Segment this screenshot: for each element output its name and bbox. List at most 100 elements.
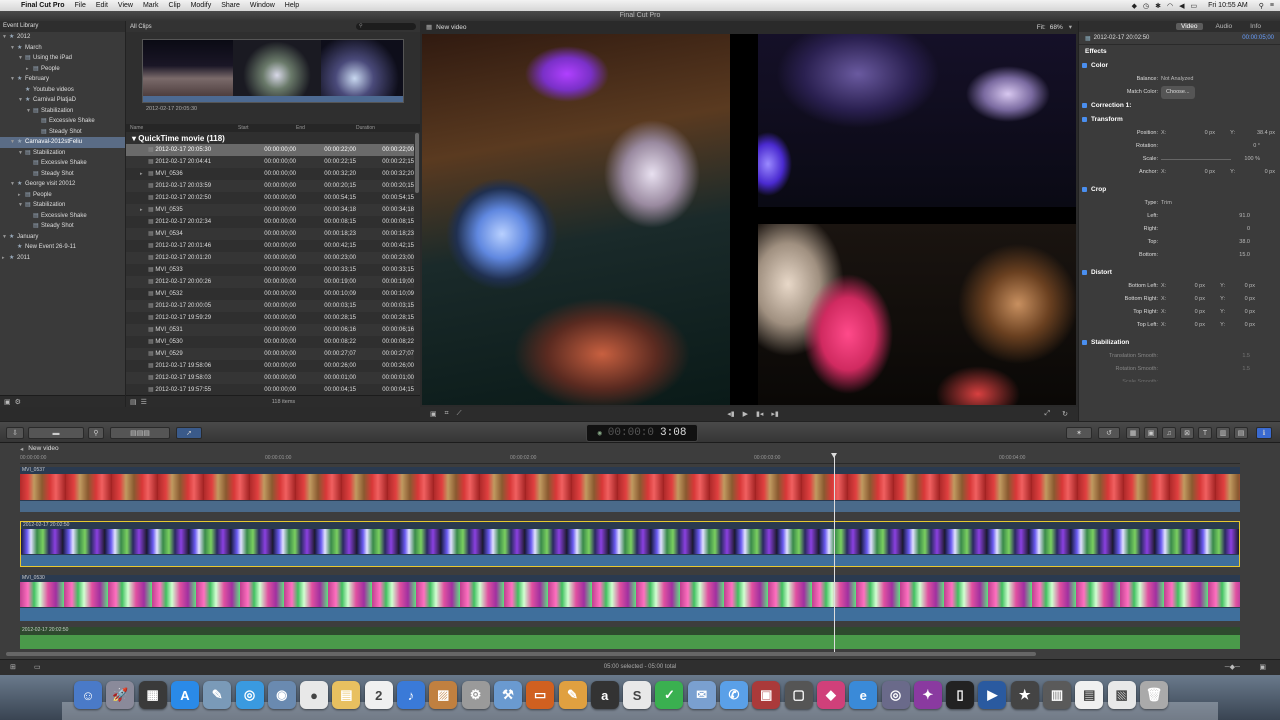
sidebar-item[interactable]: ▼ ★ Carnival PlatjaD bbox=[0, 95, 125, 106]
playhead[interactable] bbox=[831, 453, 837, 654]
disclosure-triangle-icon[interactable]: ▼ bbox=[2, 232, 9, 243]
terminal-icon[interactable]: ▯ bbox=[946, 681, 975, 709]
timecode-display[interactable]: ◉ 00:00:0 3:08 bbox=[586, 424, 698, 442]
crop-bottom-value[interactable]: 15.0 bbox=[1239, 249, 1250, 262]
iphoto-icon[interactable]: ▨ bbox=[429, 681, 458, 709]
distort-bl-x[interactable]: 0 px bbox=[1175, 280, 1205, 293]
scale-slider[interactable] bbox=[1161, 159, 1231, 160]
trash-icon[interactable]: 🗑 bbox=[1139, 681, 1168, 709]
position-x[interactable]: 0 px bbox=[1175, 127, 1215, 140]
clip-track[interactable]: MVI_0537 bbox=[20, 467, 1240, 512]
themes-button[interactable]: ▤ bbox=[1234, 427, 1248, 439]
itunes-icon[interactable]: ♪ bbox=[397, 681, 425, 709]
keynote-icon[interactable]: ▭ bbox=[526, 681, 555, 709]
launchpad-icon[interactable]: 🚀 bbox=[106, 681, 135, 709]
sidebar-item[interactable]: ▼ ▤ Stabilization bbox=[0, 200, 125, 211]
sidebar-item[interactable]: ▼ ★ March bbox=[0, 43, 125, 54]
stabilization-section[interactable]: Stabilization bbox=[1079, 336, 1280, 350]
generators-button[interactable]: ▥ bbox=[1216, 427, 1230, 439]
clip-filter[interactable]: All Clips bbox=[130, 24, 152, 30]
menu-help[interactable]: Help bbox=[280, 2, 304, 9]
dashboard-icon[interactable]: ▦ bbox=[138, 681, 167, 709]
sidebar-item[interactable]: ▤ Steady Shot bbox=[0, 127, 125, 138]
sidebar-item[interactable]: ▤ Steady Shot bbox=[0, 169, 125, 180]
import-button[interactable]: ⇩ bbox=[6, 427, 24, 439]
table-row[interactable]: ▸ ▦ MVI_0535 00:00:00;00 00:00:34;18 00:00:3… bbox=[126, 204, 414, 216]
sidebar-item[interactable]: ▼ ★ George visit 20012 bbox=[0, 179, 125, 190]
volume-icon[interactable]: ◀ bbox=[1179, 2, 1184, 10]
table-row[interactable]: ▦ 2012-02-17 19:58:06 00:00:00;00 00:00:26… bbox=[126, 360, 414, 372]
table-row[interactable]: ▦ MVI_0530 00:00:00;00 00:00:08;22 00:00:08… bbox=[126, 336, 414, 348]
choose-button[interactable]: Choose... bbox=[1161, 86, 1195, 99]
tab-info[interactable]: Info bbox=[1245, 23, 1266, 30]
col-end[interactable]: End bbox=[296, 125, 356, 131]
search-input[interactable]: ⚲ bbox=[356, 23, 416, 30]
disclosure-triangle-icon[interactable]: ▼ bbox=[18, 148, 25, 159]
sidebar-item[interactable]: ▼ ▤ Stabilization bbox=[0, 106, 125, 117]
menu-edit[interactable]: Edit bbox=[91, 2, 113, 9]
calendar-icon[interactable]: 2 bbox=[364, 681, 393, 709]
timeline-scrollbar[interactable] bbox=[6, 652, 1036, 656]
safari-icon[interactable]: ◎ bbox=[235, 681, 264, 709]
distort-section[interactable]: Distort bbox=[1079, 266, 1280, 280]
preview-doc-icon[interactable]: ▧ bbox=[1107, 681, 1136, 709]
filmstrip-view-icon[interactable]: ▤ bbox=[130, 398, 137, 406]
scrollbar[interactable] bbox=[415, 133, 419, 193]
table-row[interactable]: ▦ MVI_0531 00:00:00;00 00:00:06;16 00:00:06… bbox=[126, 324, 414, 336]
alfred-icon[interactable]: ✦ bbox=[913, 681, 942, 709]
crop-section[interactable]: Crop bbox=[1079, 183, 1280, 197]
disclosure-triangle-icon[interactable]: ▼ bbox=[10, 137, 17, 148]
evernote-icon[interactable]: ✓ bbox=[655, 681, 684, 709]
edit-buttons[interactable]: ▤▤▤ bbox=[110, 427, 170, 439]
mail-icon[interactable]: ✉ bbox=[687, 681, 716, 709]
transform-section[interactable]: Transform bbox=[1079, 113, 1280, 127]
position-y[interactable]: 38.4 px bbox=[1235, 127, 1275, 140]
prev-frame-icon[interactable]: ◂▮ bbox=[727, 410, 734, 418]
preview-icon[interactable]: ✎ bbox=[203, 681, 232, 709]
scale-value[interactable]: 100 % bbox=[1244, 153, 1260, 166]
video-frame[interactable] bbox=[422, 34, 1076, 405]
filmstrip-toggle-icon[interactable]: ▣ bbox=[4, 398, 11, 406]
distort-tr-x[interactable]: 0 px bbox=[1175, 306, 1205, 319]
disclosure-triangle-icon[interactable]: ▼ bbox=[18, 53, 25, 64]
distort-bl-y[interactable]: 0 px bbox=[1225, 280, 1255, 293]
transform-icon[interactable]: ⌗ bbox=[445, 410, 449, 418]
bluetooth-icon[interactable]: ✱ bbox=[1155, 2, 1161, 10]
sidebar-item[interactable]: ★ Youtube videos bbox=[0, 85, 125, 96]
col-duration[interactable]: Duration bbox=[356, 125, 414, 131]
ie-icon[interactable]: e bbox=[849, 681, 878, 709]
messages-icon[interactable]: ✆ bbox=[720, 681, 748, 709]
transitions-button[interactable]: ⊠ bbox=[1180, 427, 1194, 439]
sidebar-item[interactable]: ★ New Event 26-9-11 bbox=[0, 242, 125, 253]
clip-track-selected[interactable]: 2012-02-17 20:02:50 bbox=[20, 521, 1240, 567]
disclosure-triangle-icon[interactable]: ▼ bbox=[18, 200, 25, 211]
table-row[interactable]: ▦ 2012-02-17 20:00:05 00:00:00;00 00:00:03… bbox=[126, 300, 414, 312]
list-view-icon[interactable]: ☰ bbox=[141, 398, 147, 406]
enhance-button[interactable]: ✶ bbox=[1066, 427, 1092, 439]
clock[interactable]: Fri 10:55 AM bbox=[1203, 2, 1253, 9]
imovie-icon[interactable]: ★ bbox=[1010, 681, 1039, 709]
table-row[interactable]: ▦ 2012-02-17 20:00:26 00:00:00;00 00:00:19… bbox=[126, 276, 414, 288]
table-row[interactable]: ▦ 2012-02-17 20:05:30 00:00:00;00 00:00:22… bbox=[126, 144, 414, 156]
app-store-icon[interactable]: A bbox=[170, 681, 199, 709]
table-row[interactable]: ▦ 2012-02-17 20:02:50 00:00:00;00 00:00:54… bbox=[126, 192, 414, 204]
fit-value[interactable]: 68% bbox=[1050, 24, 1063, 31]
photobooth-icon[interactable]: ▣ bbox=[752, 681, 781, 709]
audio-track[interactable]: 2012-02-17 20:02:50 bbox=[20, 627, 1240, 649]
disclosure-triangle-icon[interactable]: ▸ bbox=[26, 64, 33, 75]
wifi-icon[interactable]: ◠ bbox=[1167, 2, 1173, 10]
disclosure-triangle-icon[interactable]: ▼ bbox=[18, 95, 25, 106]
rotation-smooth-value[interactable]: 1.5 bbox=[1242, 363, 1250, 376]
filmstrip[interactable] bbox=[142, 39, 404, 103]
sidebar-item[interactable]: ▤ Excessive Shake bbox=[0, 116, 125, 127]
sidebar-item[interactable]: ▼ ★ February bbox=[0, 74, 125, 85]
retime-button[interactable]: ↺ bbox=[1098, 427, 1120, 439]
timeline-back-icon[interactable]: ◂ bbox=[20, 445, 23, 453]
fit-icon[interactable]: ▣ bbox=[430, 410, 437, 418]
table-row[interactable]: ▦ 2012-02-17 19:59:29 00:00:00;00 00:00:28… bbox=[126, 312, 414, 324]
clip-group[interactable]: ▾ QuickTime movie (118) bbox=[126, 133, 414, 144]
menu-file[interactable]: File bbox=[70, 2, 91, 9]
skype-icon[interactable]: S bbox=[623, 681, 652, 709]
timemachine-icon[interactable]: ◷ bbox=[1143, 2, 1149, 10]
claquette-icon[interactable]: ▥ bbox=[1043, 681, 1071, 709]
